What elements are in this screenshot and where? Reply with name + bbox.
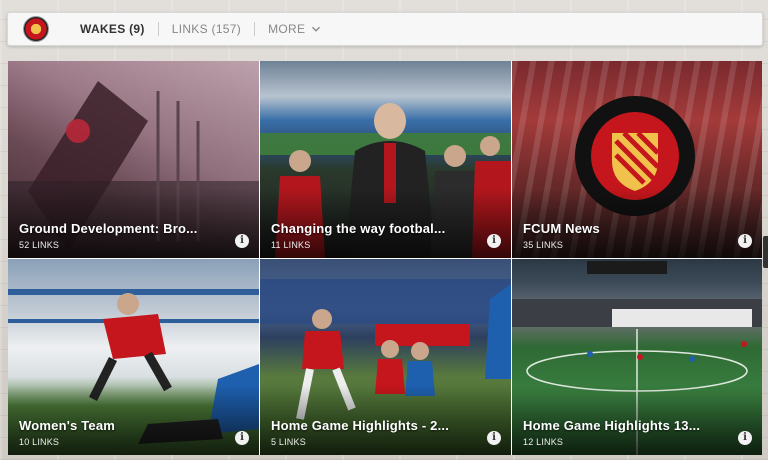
tab-more[interactable]: MORE: [268, 13, 321, 45]
wakes-grid: Ground Development: Bro... 52 LINKS i Ch…: [8, 61, 762, 455]
chevron-down-icon: [311, 24, 321, 34]
tab-wakes[interactable]: WAKES (9): [80, 13, 145, 45]
card-title: Women's Team: [19, 418, 116, 433]
info-icon[interactable]: i: [738, 234, 752, 248]
card-link-count: 11 LINKS: [271, 240, 311, 250]
wake-card-fcum-news[interactable]: FCUM News 35 LINKS i: [512, 61, 762, 258]
card-title: Ground Development: Bro...: [19, 221, 198, 236]
card-title: Home Game Highlights 13...: [523, 418, 701, 433]
wake-card-womens-team[interactable]: Women's Team 10 LINKS i: [8, 259, 259, 455]
card-title: FCUM News: [523, 221, 600, 236]
tab-divider: [157, 22, 159, 36]
card-link-count: 5 LINKS: [271, 437, 306, 447]
card-link-count: 12 LINKS: [523, 437, 564, 447]
wake-card-home-game-highlights-2[interactable]: Home Game Highlights - 2... 5 LINKS i: [260, 259, 511, 455]
scroll-handle[interactable]: [763, 236, 768, 268]
wake-card-home-game-highlights-13[interactable]: Home Game Highlights 13... 12 LINKS i: [512, 259, 762, 455]
top-navigation-bar: WAKES (9) LINKS (157) MORE: [7, 12, 763, 46]
card-link-count: 10 LINKS: [19, 437, 60, 447]
card-link-count: 52 LINKS: [19, 240, 60, 250]
card-title: Changing the way footbal...: [271, 221, 446, 236]
tab-divider: [254, 22, 256, 36]
info-icon[interactable]: i: [487, 431, 501, 445]
wake-card-ground-development[interactable]: Ground Development: Bro... 52 LINKS i: [8, 61, 259, 258]
tab-links[interactable]: LINKS (157): [172, 13, 241, 45]
card-link-count: 35 LINKS: [523, 240, 564, 250]
card-title: Home Game Highlights - 2...: [271, 418, 450, 433]
club-crest-icon[interactable]: [23, 16, 49, 42]
info-icon[interactable]: i: [487, 234, 501, 248]
wake-card-changing-football[interactable]: Changing the way footbal... 11 LINKS i: [260, 61, 511, 258]
tab-more-label: MORE: [268, 22, 306, 36]
info-icon[interactable]: i: [235, 431, 249, 445]
info-icon[interactable]: i: [738, 431, 752, 445]
info-icon[interactable]: i: [235, 234, 249, 248]
